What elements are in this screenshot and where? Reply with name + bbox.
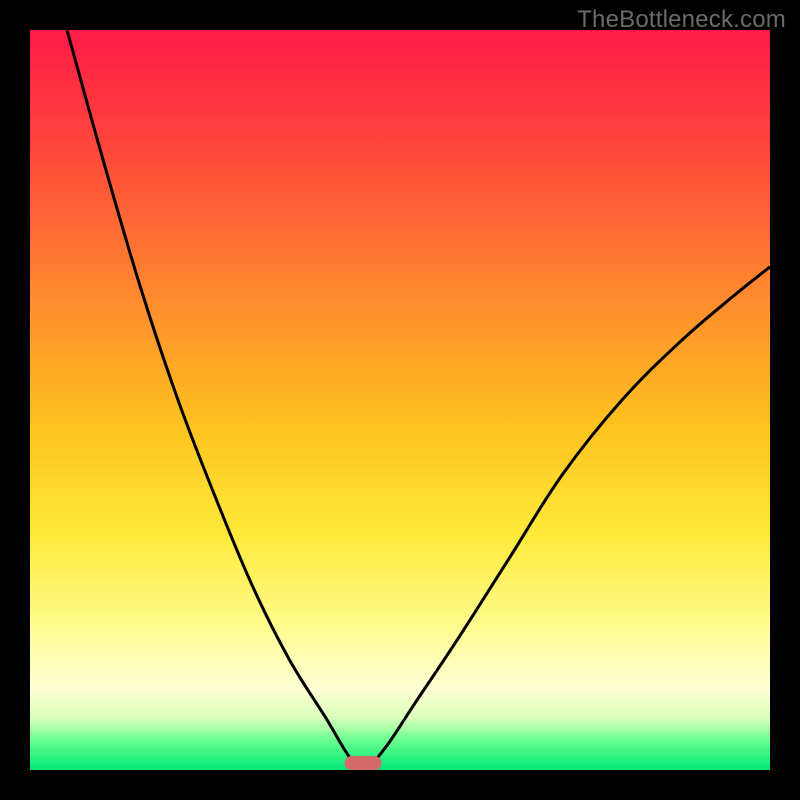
minimum-marker [345,756,382,770]
bottleneck-curve [30,30,770,770]
curve-path [67,30,770,770]
chart-frame: TheBottleneck.com [0,0,800,800]
watermark-text: TheBottleneck.com [577,6,786,34]
plot-area [30,30,770,770]
